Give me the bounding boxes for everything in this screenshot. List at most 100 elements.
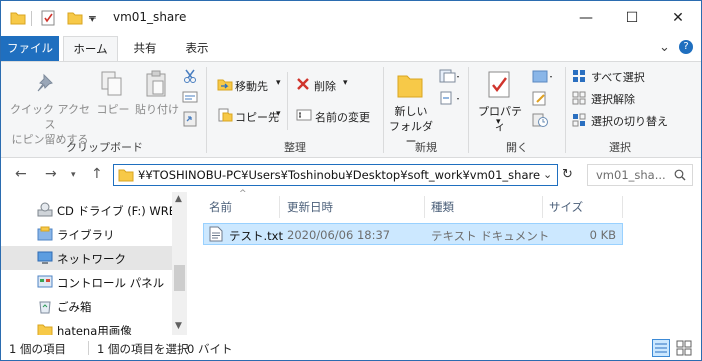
copy-icon[interactable]	[100, 70, 124, 98]
move-to-button[interactable]: 移動先	[235, 78, 268, 94]
rename-button[interactable]: 名前の変更	[315, 109, 370, 125]
copy-path-icon[interactable]	[182, 90, 198, 104]
nav-item-libraries[interactable]: ライブラリ	[1, 222, 172, 246]
clipboard-group-label: クリップボード	[66, 141, 143, 154]
new-folder-icon[interactable]	[396, 70, 424, 100]
easy-access-icon[interactable]	[438, 90, 460, 106]
close-button[interactable]: ✕	[655, 1, 701, 35]
rename-icon[interactable]	[296, 107, 312, 123]
status-bar: 1 個の項目 1 個の項目を選択 0 バイト	[1, 335, 701, 360]
history-icon[interactable]	[531, 112, 549, 128]
scroll-up-icon[interactable]: ▲	[175, 194, 182, 204]
nav-item-label: ネットワーク	[57, 252, 126, 266]
address-row: ← → ▾ ↑ ¥¥TOSHINOBU-PC¥Users¥Toshinobu¥D…	[1, 158, 701, 192]
address-dropdown-icon[interactable]: ⌄	[543, 168, 552, 181]
column-separator[interactable]	[424, 196, 425, 218]
copy-to-button[interactable]: コピー先	[235, 109, 279, 125]
ribbon: クイック アクセス にピン留めする コピー 貼り付け クリップボード 移動先 ▾…	[1, 61, 701, 158]
copy-to-dropdown-icon[interactable]: ▾	[276, 109, 281, 119]
column-header-size[interactable]: サイズ	[549, 199, 583, 215]
status-selected-size: 0 バイト	[187, 342, 233, 356]
select-none-icon[interactable]	[572, 91, 586, 105]
tab-share[interactable]: 共有	[121, 36, 169, 61]
nav-item-control-panel[interactable]: コントロール パネル	[1, 270, 172, 294]
column-header-modified[interactable]: 更新日時	[287, 199, 333, 215]
ribbon-tabs: ファイル ホーム 共有 表示 ⌄ ?	[1, 35, 701, 61]
folder-icon	[118, 169, 134, 182]
nav-item-network[interactable]: ネットワーク	[1, 246, 172, 270]
select-none-button[interactable]: 選択解除	[591, 91, 635, 107]
control-panel-icon	[37, 275, 53, 288]
properties-quick-icon[interactable]	[40, 10, 56, 26]
select-all-icon[interactable]	[572, 69, 586, 83]
move-to-dropdown-icon[interactable]: ▾	[276, 78, 281, 88]
ribbon-collapse-icon[interactable]: ⌄	[659, 40, 670, 55]
scrollbar-thumb[interactable]	[174, 265, 185, 291]
tab-file[interactable]: ファイル	[1, 36, 59, 61]
delete-dropdown-icon[interactable]: ▾	[343, 78, 348, 88]
maximize-button[interactable]: ☐	[609, 1, 655, 35]
refresh-icon[interactable]: ↻	[562, 167, 573, 182]
tab-view[interactable]: 表示	[173, 36, 221, 61]
folder-icon	[10, 12, 26, 25]
move-to-icon[interactable]	[217, 76, 233, 92]
paste-icon[interactable]	[144, 70, 168, 98]
pin-icon[interactable]	[35, 72, 61, 98]
new-item-icon[interactable]	[438, 68, 460, 84]
up-icon[interactable]: ↑	[91, 166, 103, 182]
open-group-label: 開く	[506, 141, 528, 154]
invert-selection-icon[interactable]	[572, 113, 586, 127]
large-icons-view-icon[interactable]	[675, 339, 693, 357]
delete-button[interactable]: 削除	[314, 78, 336, 94]
select-all-button[interactable]: すべて選択	[591, 69, 645, 85]
search-icon	[674, 169, 686, 181]
properties-dropdown-icon[interactable]: ▾	[496, 117, 501, 127]
address-path[interactable]: ¥¥TOSHINOBU-PC¥Users¥Toshinobu¥Desktop¥s…	[138, 168, 540, 182]
title-bar: ═ ▾ vm01_share — ☐ ✕	[1, 1, 701, 35]
network-icon	[37, 251, 53, 264]
back-icon[interactable]: ←	[15, 166, 27, 182]
new-group-label: 新規	[415, 141, 437, 154]
column-header-name[interactable]: 名前	[209, 199, 232, 215]
open-icon[interactable]	[531, 68, 553, 84]
nav-item-label: コントロール パネル	[57, 276, 165, 290]
search-input[interactable]: vm01_sha...	[587, 164, 693, 186]
details-view-icon[interactable]	[652, 339, 670, 357]
paste-button[interactable]: 貼り付け	[135, 102, 179, 117]
status-item-count: 1 個の項目	[9, 342, 66, 356]
forward-icon[interactable]: →	[45, 166, 57, 182]
minimize-button[interactable]: —	[563, 1, 609, 35]
paste-shortcut-icon[interactable]	[182, 110, 198, 128]
copy-button[interactable]: コピー	[95, 102, 131, 117]
nav-item-cd-drive[interactable]: CD ドライブ (F:) WREC	[1, 198, 184, 222]
column-header-type[interactable]: 種類	[431, 199, 454, 215]
library-icon	[37, 226, 53, 241]
file-size: 0 KB	[589, 228, 616, 242]
navigation-scrollbar[interactable]: ▲ ▼	[172, 192, 187, 335]
column-separator[interactable]	[279, 196, 280, 218]
recent-locations-icon[interactable]: ▾	[71, 170, 76, 180]
organize-inner-separator	[287, 72, 288, 130]
pin-label-line1: クイック アクセス	[10, 103, 90, 131]
column-separator[interactable]	[542, 196, 543, 218]
address-bar[interactable]: ¥¥TOSHINOBU-PC¥Users¥Toshinobu¥Desktop¥s…	[113, 164, 558, 186]
new-folder-quick-icon[interactable]	[67, 10, 83, 26]
help-icon[interactable]: ?	[679, 40, 693, 54]
file-list: ^ 名前 更新日時 種類 サイズ テスト.txt 2020/06/06 18:3…	[187, 189, 701, 335]
status-divider	[88, 341, 89, 355]
text-file-icon	[209, 226, 223, 242]
edit-icon[interactable]	[531, 90, 549, 106]
nav-item-recycle-bin[interactable]: ごみ箱	[1, 294, 172, 318]
column-separator[interactable]	[622, 196, 623, 218]
file-modified: 2020/06/06 18:37	[287, 228, 391, 242]
cut-icon[interactable]	[182, 68, 198, 84]
properties-icon[interactable]	[485, 70, 513, 100]
explorer-window: ═ ▾ vm01_share — ☐ ✕ ファイル ホーム 共有 表示 ⌄ ? …	[0, 0, 702, 361]
quick-access-chevron-icon[interactable]: ▾	[90, 15, 95, 25]
scroll-down-icon[interactable]: ▼	[175, 321, 182, 331]
invert-selection-button[interactable]: 選択の切り替え	[591, 113, 668, 129]
delete-icon[interactable]	[296, 77, 310, 91]
table-row[interactable]: テスト.txt 2020/06/06 18:37 テキスト ドキュメント 0 K…	[203, 223, 623, 245]
copy-to-icon[interactable]	[217, 107, 233, 123]
tab-home[interactable]: ホーム	[63, 36, 118, 61]
